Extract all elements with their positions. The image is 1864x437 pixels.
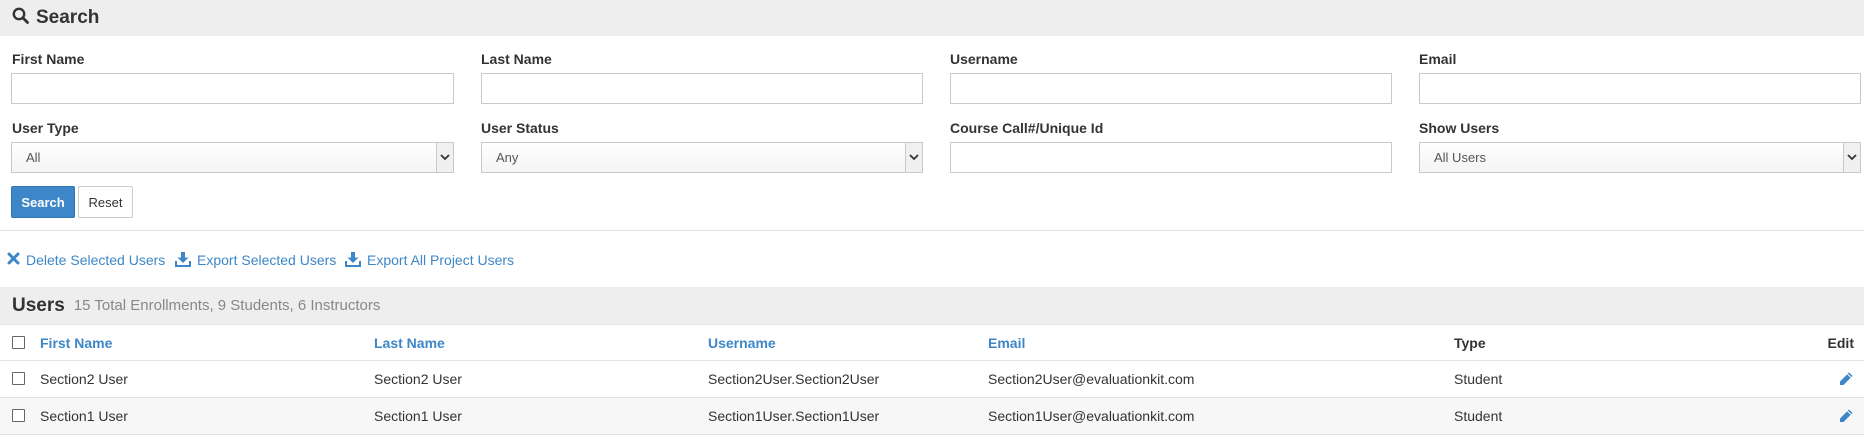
pencil-icon[interactable] [1838,371,1854,392]
export-selected-users-link[interactable]: Export Selected Users [175,250,336,270]
table-row: Section2 User Section2 User Section2User… [0,361,1864,398]
username-input[interactable] [950,73,1392,104]
download-icon [345,251,367,270]
search-button[interactable]: Search [11,186,75,218]
column-header-email[interactable]: Email [988,325,1025,360]
username-label: Username [950,51,1018,67]
last-name-input[interactable] [481,73,923,104]
users-summary: 15 Total Enrollments, 9 Students, 6 Inst… [73,297,381,314]
pencil-icon[interactable] [1838,408,1854,429]
cell-email: Section1User@evaluationkit.com [988,408,1195,424]
user-type-value: All [26,150,41,165]
course-id-label: Course Call#/Unique Id [950,120,1104,136]
column-header-edit: Edit [1827,334,1854,351]
column-header-username[interactable]: Username [708,325,776,360]
cell-username: Section2User.Section2User [708,371,880,387]
email-input[interactable] [1419,73,1861,104]
first-name-input[interactable] [11,73,454,104]
search-panel-title: Search [36,7,100,28]
reset-button[interactable]: Reset [78,186,133,218]
export-all-project-users-label: Export All Project Users [367,252,515,268]
users-panel-header: Users 15 Total Enrollments, 9 Students, … [0,287,1864,324]
user-type-select[interactable]: All [11,142,454,173]
divider [0,230,1864,231]
user-status-label: User Status [481,120,559,136]
chevron-down-icon[interactable] [905,143,922,172]
cell-email: Section2User@evaluationkit.com [988,371,1195,387]
table-header-row: First Name Last Name Username Email Type… [0,324,1864,361]
first-name-label: First Name [12,51,85,67]
chevron-down-icon[interactable] [1843,143,1860,172]
user-status-select[interactable]: Any [481,142,923,173]
row-checkbox[interactable] [12,372,25,385]
cell-username: Section1User.Section1User [708,408,880,424]
search-panel-header: Search [0,0,1864,36]
select-all-checkbox[interactable] [12,336,25,349]
delete-selected-users-label: Delete Selected Users [26,252,166,268]
last-name-label: Last Name [481,51,552,67]
users-title: Users [12,294,65,316]
cell-last-name: Section2 User [374,371,462,387]
cell-first-name: Section1 User [40,408,128,424]
table-row: Section1 User Section1 User Section1User… [0,398,1864,435]
download-icon [175,251,197,270]
email-label: Email [1419,51,1457,67]
chevron-down-icon[interactable] [436,143,453,172]
delete-selected-users-link[interactable]: Delete Selected Users [7,250,165,270]
search-icon [12,7,29,29]
cell-first-name: Section2 User [40,371,128,387]
column-header-type: Type [1454,334,1486,351]
cell-type: Student [1454,371,1503,387]
user-status-value: Any [496,150,519,165]
show-users-select[interactable]: All Users [1419,142,1861,173]
cell-type: Student [1454,408,1503,424]
export-selected-users-label: Export Selected Users [197,252,337,268]
show-users-label: Show Users [1419,120,1500,136]
column-header-last-name[interactable]: Last Name [374,325,445,360]
row-checkbox[interactable] [12,409,25,422]
x-icon [7,252,26,268]
show-users-value: All Users [1434,150,1487,165]
export-all-project-users-link[interactable]: Export All Project Users [345,250,514,270]
column-header-first-name[interactable]: First Name [40,325,112,360]
cell-last-name: Section1 User [374,408,462,424]
user-type-label: User Type [12,120,79,136]
course-id-input[interactable] [950,142,1392,173]
